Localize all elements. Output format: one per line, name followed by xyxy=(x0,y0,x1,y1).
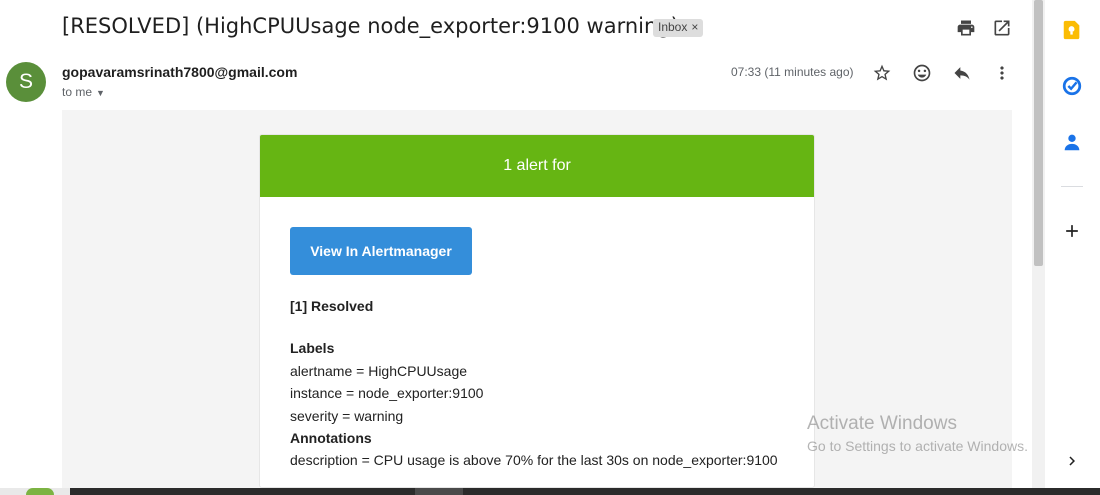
page-scrollbar[interactable] xyxy=(1032,0,1045,488)
side-panel xyxy=(1046,0,1100,488)
emoji-reaction-button[interactable] xyxy=(907,58,937,88)
google-tasks-icon xyxy=(1062,76,1082,96)
alert-card: 1 alert for View In Alertmanager [1] Res… xyxy=(259,134,815,488)
label-alertname: alertname = HighCPUUsage xyxy=(290,362,468,379)
sender-avatar[interactable]: S xyxy=(6,62,46,102)
alert-card-body: View In Alertmanager [1] Resolved Labels… xyxy=(260,197,814,472)
chevron-right-icon xyxy=(1069,456,1075,466)
reply-button[interactable] xyxy=(947,58,977,88)
recipient-details-toggle[interactable]: to me ▼ xyxy=(62,85,105,99)
to-me-label: to me xyxy=(62,85,93,99)
taskbar xyxy=(0,488,1100,495)
google-keep-icon xyxy=(1063,20,1080,40)
taskbar-app-icon[interactable] xyxy=(26,488,54,495)
google-contacts-icon xyxy=(1064,134,1080,151)
open-in-new-window-icon xyxy=(994,20,1010,36)
show-side-panel-button[interactable] xyxy=(1058,447,1086,475)
google-keep-button[interactable] xyxy=(1058,16,1086,44)
add-icon xyxy=(1066,225,1078,237)
more-vert-icon xyxy=(1000,66,1004,80)
print-button[interactable] xyxy=(951,13,981,43)
email-timestamp: 07:33 (11 minutes ago) xyxy=(731,65,854,79)
reply-icon xyxy=(954,67,970,80)
email-subject: [RESOLVED] (HighCPUUsage node_exporter:9… xyxy=(62,14,679,38)
star-icon xyxy=(873,64,891,81)
get-add-ons-button[interactable] xyxy=(1058,217,1086,245)
inbox-label-text: Inbox xyxy=(658,20,688,34)
label-instance: instance = node_exporter:9100 xyxy=(290,385,484,402)
email-view: [RESOLVED] (HighCPUUsage node_exporter:9… xyxy=(0,0,1032,488)
open-in-new-window-button[interactable] xyxy=(987,13,1017,43)
star-button[interactable] xyxy=(867,58,897,88)
label-severity: severity = warning xyxy=(290,407,404,424)
annotation-description: description = CPU usage is above 70% for… xyxy=(290,452,778,469)
remove-label-icon[interactable]: × xyxy=(691,20,698,34)
resolved-title: [1] Resolved xyxy=(290,298,374,314)
google-contacts-button[interactable] xyxy=(1058,128,1086,156)
inbox-label-chip[interactable]: Inbox × xyxy=(653,19,704,37)
view-in-alertmanager-button[interactable]: View In Alertmanager xyxy=(290,227,472,275)
emoji-icon xyxy=(913,64,931,82)
sender-email[interactable]: gopavaramsrinath7800@gmail.com xyxy=(62,64,297,80)
google-tasks-button[interactable] xyxy=(1058,72,1086,100)
scrollbar-thumb[interactable] xyxy=(1034,0,1043,266)
side-panel-divider xyxy=(1061,186,1083,187)
taskbar-active-app[interactable] xyxy=(415,488,463,495)
labels-title: Labels xyxy=(290,340,335,357)
caret-down-icon: ▼ xyxy=(96,88,105,98)
annotations-title: Annotations xyxy=(290,430,372,447)
alert-card-header: 1 alert for xyxy=(260,135,814,197)
more-options-button[interactable] xyxy=(987,58,1017,88)
print-icon xyxy=(957,20,975,36)
